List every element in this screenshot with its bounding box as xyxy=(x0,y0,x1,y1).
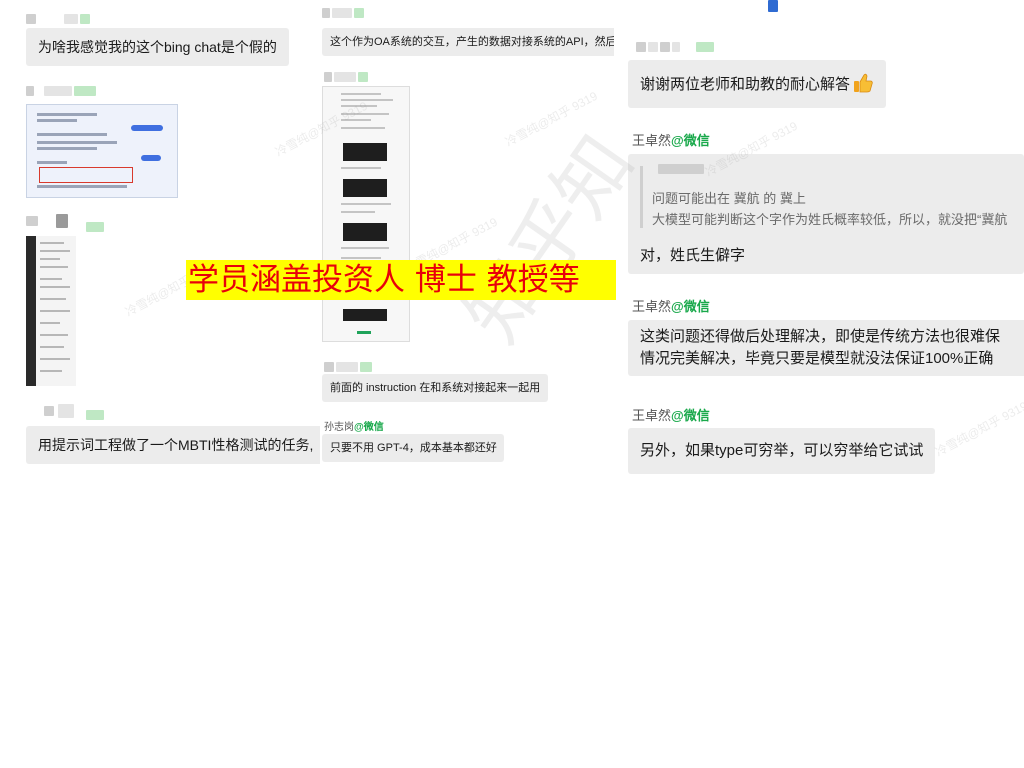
thumb-line xyxy=(37,113,97,116)
thumb-line xyxy=(37,119,77,122)
quote-bar xyxy=(640,166,643,228)
bing-chat-screenshot-thumbnail[interactable] xyxy=(26,104,178,198)
sender-label: 王卓然 xyxy=(632,299,672,314)
wechat-tag: @微信 xyxy=(671,408,710,423)
message-bubble: 为啥我感觉我的这个bing chat是个假的 xyxy=(26,28,289,66)
thumb-line xyxy=(37,147,97,150)
message-line: 这类问题还得做后处理解决，即使是传统方法也很难保 xyxy=(640,328,1001,345)
wechat-tag: @微信 xyxy=(671,299,710,314)
blurred-username xyxy=(636,42,646,52)
blurred-username xyxy=(660,42,670,52)
blurred-username xyxy=(360,362,372,372)
blurred-username xyxy=(332,8,352,18)
thumb-sidebar xyxy=(26,236,36,386)
blurred-username xyxy=(74,86,96,96)
wechat-tag: @微信 xyxy=(671,133,710,148)
blurred-username xyxy=(26,216,38,226)
blurred-username xyxy=(26,14,36,24)
blurred-username xyxy=(44,406,54,416)
blurred-username xyxy=(86,222,104,232)
blurred-username xyxy=(64,14,78,24)
quote-line: 问题可能出在 冀航 的 冀上 xyxy=(652,191,806,206)
thumbs-up-icon xyxy=(854,73,873,93)
terminal-block xyxy=(343,143,387,161)
thumb-bubble xyxy=(141,155,161,161)
thumb-green-button xyxy=(357,331,371,334)
sender-label: 王卓然 xyxy=(632,133,672,148)
message-bubble: 另外，如果type可穷举，可以穷举给它试试 xyxy=(628,428,936,474)
sender-name: 王卓然@微信 xyxy=(632,405,710,424)
message-bubble: 用提示词工程做了一个MBTI性格测试的任务, xyxy=(26,426,320,464)
blurred-username xyxy=(696,42,714,52)
message-bubble: 这类问题还得做后处理解决，即使是传统方法也很难保 情况完美解决，毕竟只要是模型就… xyxy=(628,320,1024,376)
reply-text: 对，姓氏生僻字 xyxy=(640,247,746,264)
blurred-username xyxy=(26,86,34,96)
blurred-username xyxy=(322,8,330,18)
message-bubble: 谢谢两位老师和助教的耐心解答 xyxy=(628,60,887,108)
thumb-bubble xyxy=(131,125,163,131)
sender-name: 王卓然@微信 xyxy=(632,130,710,149)
blurred-username xyxy=(86,410,104,420)
blurred-username xyxy=(648,42,658,52)
blurred-username xyxy=(672,42,680,52)
sender-label: 孙志岗 xyxy=(324,422,354,433)
code-screenshot-thumbnail[interactable] xyxy=(322,86,410,342)
message-bubble: 只要不用 GPT-4，成本基本都还好 xyxy=(322,434,504,462)
blurred-avatar xyxy=(58,404,74,418)
highlight-box xyxy=(39,167,133,183)
thumb-line xyxy=(37,185,127,188)
sender-name: 王卓然@微信 xyxy=(632,296,710,315)
message-line: 情况完美解决，毕竟只要是模型就没法保证100%正确 xyxy=(640,350,994,367)
blurred-quote-author xyxy=(658,164,704,174)
blurred-username xyxy=(336,362,358,372)
message-bubble: 前面的 instruction 在和系统对接起来一起用 xyxy=(322,374,548,402)
quoted-reply-card: 问题可能出在 冀航 的 冀上 大模型可能判断这个字作为姓氏概率较低，所以，就没把… xyxy=(628,154,1024,274)
terminal-block xyxy=(343,309,387,321)
blurred-username xyxy=(324,72,332,82)
message-text: 谢谢两位老师和助教的耐心解答 xyxy=(640,76,851,93)
thumb-line xyxy=(37,141,117,144)
thumb-line xyxy=(37,161,67,164)
blurred-username xyxy=(80,14,90,24)
terminal-block xyxy=(343,223,387,241)
terminal-block xyxy=(343,179,387,197)
blue-fragment xyxy=(768,0,778,12)
blurred-username xyxy=(324,362,334,372)
message-bubble: 这个作为OA系统的交互，产生的数据对接系统的API，然后 xyxy=(322,28,614,56)
blurred-username xyxy=(44,86,72,96)
sender-name: 孙志岗@微信 xyxy=(324,418,384,433)
mbti-prompt-screenshot-thumbnail[interactable] xyxy=(26,236,76,386)
blurred-username xyxy=(354,8,364,18)
chat-column-left: 为啥我感觉我的这个bing chat是个假的 用提示词工程做了一个MBTI性格测… xyxy=(0,0,320,480)
wechat-tag: @微信 xyxy=(354,422,384,433)
sender-label: 王卓然 xyxy=(632,408,672,423)
thumb-line xyxy=(37,133,107,136)
blurred-avatar xyxy=(56,214,68,228)
promo-banner: 学员涵盖投资人 博士 教授等 xyxy=(186,260,616,300)
quote-line: 大模型可能判断这个字作为姓氏概率较低，所以，就没把“冀航 xyxy=(652,212,1008,227)
blurred-username xyxy=(358,72,368,82)
blurred-username xyxy=(334,72,356,82)
